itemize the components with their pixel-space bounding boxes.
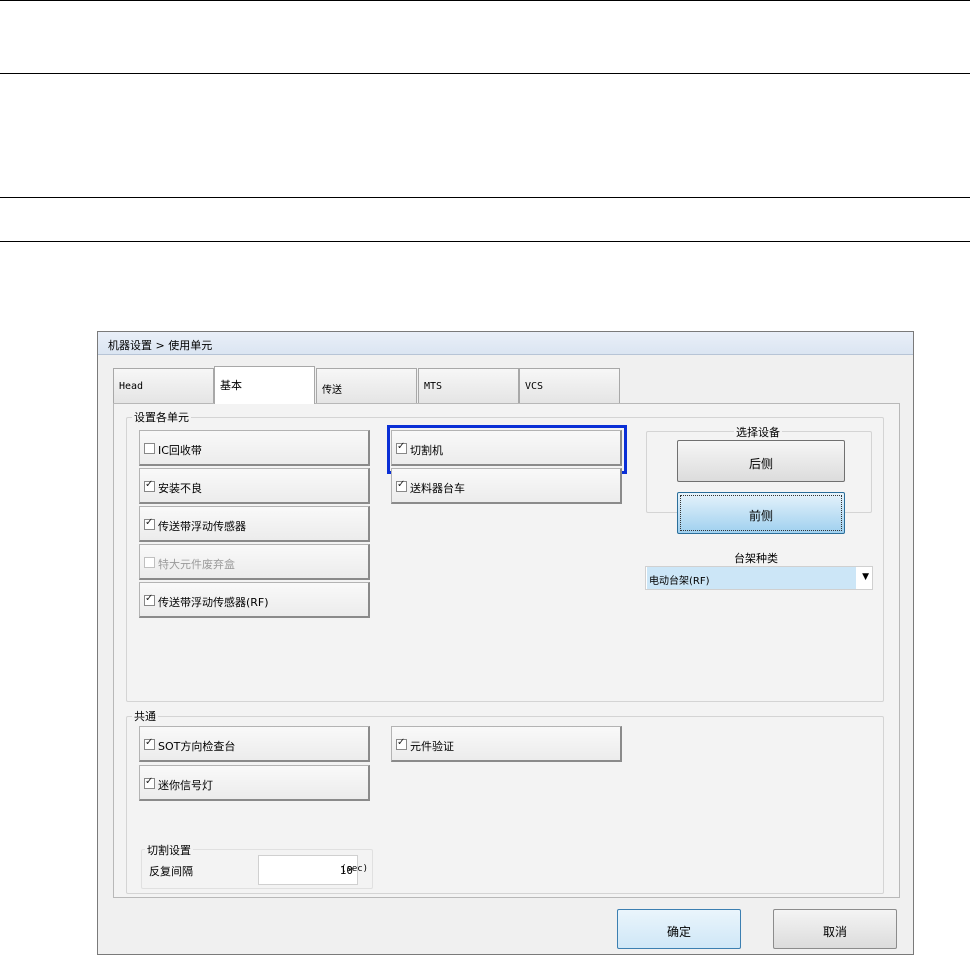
checkbox-box	[144, 517, 155, 530]
tab-panel-basic: 设置各单元 IC回收带 安装不良 传送带浮动传感器 特大元件废弃盒 传送带浮动传…	[113, 403, 900, 898]
checkbox-mount-failure[interactable]: 安装不良	[139, 468, 370, 504]
interval-unit: (sec)	[341, 864, 369, 874]
tab-transfer-label: 传送	[322, 385, 342, 396]
rear-side-label: 后侧	[748, 457, 773, 471]
top-rule-2	[0, 73, 970, 74]
checkbox-mini-signal-light[interactable]: 迷你信号灯	[139, 765, 370, 801]
checkbox-box	[144, 776, 155, 789]
checkbox-label: 送料器台车	[410, 482, 465, 495]
checkbox-box	[144, 737, 155, 750]
rack-type-value-text: 电动台架(RF)	[649, 576, 710, 587]
checkbox-conveyor-float-sensor-rf[interactable]: 传送带浮动传感器(RF)	[139, 582, 370, 618]
tab-basic[interactable]: 基本	[214, 366, 315, 404]
select-device-label: 选择设备	[734, 424, 782, 440]
ok-button[interactable]: 确定	[617, 909, 741, 949]
machine-settings-dialog: 机器设置 > 使用单元 Head 基本 传送 MTS VCS 设置各单元 IC回…	[97, 331, 914, 955]
checkbox-label: 传送带浮动传感器(RF)	[158, 596, 269, 609]
dialog-titlebar: 机器设置 > 使用单元	[98, 332, 913, 355]
common-group-label: 共通	[132, 708, 158, 724]
checkbox-label: IC回收带	[158, 444, 202, 457]
highlight-box	[387, 425, 627, 474]
rack-type-select[interactable]: 电动台架(RF) ▼	[645, 566, 873, 590]
checkbox-label: 特大元件废弃盒	[158, 558, 235, 571]
checkbox-feeder-cart[interactable]: 送料器台车	[391, 468, 622, 504]
rack-type-label: 台架种类	[734, 552, 778, 565]
tab-mts[interactable]: MTS	[418, 368, 519, 404]
checkbox-label: 迷你信号灯	[158, 779, 213, 792]
rack-type-value: 电动台架(RF)	[647, 567, 856, 589]
front-side-label: 前侧	[748, 509, 773, 523]
cancel-label: 取消	[822, 925, 847, 939]
units-group-label: 设置各单元	[132, 409, 191, 425]
tab-basic-label: 基本	[220, 379, 242, 392]
top-rule-3	[0, 197, 970, 198]
checkbox-conveyor-float-sensor[interactable]: 传送带浮动传感器	[139, 506, 370, 542]
checkbox-ic-recovery-tape[interactable]: IC回收带	[139, 430, 370, 466]
dialog-title: 机器设置 > 使用单元	[108, 339, 213, 352]
tab-head-label: Head	[119, 381, 144, 392]
checkbox-label: 安装不良	[158, 482, 202, 495]
chevron-down-icon[interactable]: ▼	[862, 572, 869, 582]
checkbox-oversize-discard-box: 特大元件废弃盒	[139, 544, 370, 580]
top-rule-1	[0, 0, 970, 1]
checkbox-box	[396, 737, 407, 750]
tab-vcs-label: VCS	[525, 381, 544, 392]
rear-side-button[interactable]: 后侧	[677, 440, 845, 482]
tab-mts-label: MTS	[424, 381, 443, 392]
ok-label: 确定	[666, 925, 691, 939]
checkbox-label: SOT方向检查台	[158, 740, 236, 753]
top-rule-4	[0, 241, 970, 242]
checkbox-box	[144, 479, 155, 492]
checkbox-component-verification[interactable]: 元件验证	[391, 726, 622, 762]
interval-label: 反复间隔	[149, 865, 193, 878]
cancel-button[interactable]: 取消	[773, 909, 897, 949]
checkbox-box	[144, 557, 155, 568]
front-side-button[interactable]: 前侧	[677, 492, 845, 534]
tab-vcs[interactable]: VCS	[519, 368, 620, 404]
checkbox-sot-direction-check[interactable]: SOT方向检查台	[139, 726, 370, 762]
tab-head[interactable]: Head	[113, 368, 214, 404]
checkbox-box	[396, 479, 407, 492]
checkbox-label: 传送带浮动传感器	[158, 520, 246, 533]
checkbox-label: 元件验证	[410, 740, 454, 753]
tab-transfer[interactable]: 传送	[316, 368, 417, 404]
cut-settings-label: 切割设置	[145, 842, 193, 858]
checkbox-box	[144, 443, 155, 454]
checkbox-box	[144, 593, 155, 606]
